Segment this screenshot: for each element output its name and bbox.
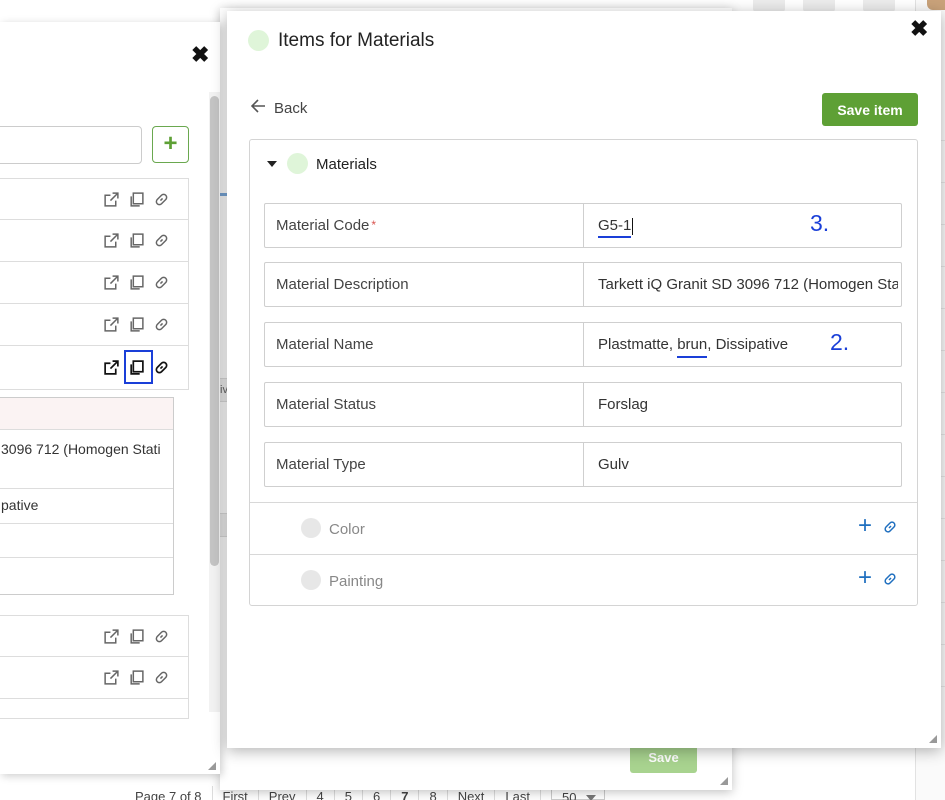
link-icon[interactable] — [882, 519, 898, 540]
link-icon[interactable] — [153, 191, 170, 208]
link-icon[interactable] — [153, 669, 170, 686]
link-icon[interactable] — [153, 628, 170, 645]
link-icon[interactable] — [153, 232, 170, 249]
detail-header-band — [0, 398, 173, 430]
close-icon[interactable]: ✖ — [191, 42, 209, 68]
left-dialog: ✖ + 3096 712 (Homogen Stati pative — [0, 22, 220, 774]
field-material-name: Material Name Plastmatte, brun, Dissipat… — [264, 322, 902, 367]
detail-cell — [0, 524, 173, 558]
page-indicator: Page 7 of 8 — [125, 786, 213, 800]
required-marker: * — [371, 218, 377, 232]
link-icon[interactable] — [153, 359, 170, 376]
search-input[interactable] — [0, 126, 142, 164]
subsection-color: Color + — [250, 502, 917, 554]
subsection-painting: Painting + — [250, 554, 917, 606]
plus-icon[interactable]: + — [858, 514, 872, 538]
back-label: Back — [274, 99, 308, 117]
material-description-input[interactable]: Tarkett iQ Granit SD 3096 712 (Homogen S… — [598, 263, 898, 306]
back-button[interactable]: Back — [250, 99, 308, 117]
status-dot — [301, 518, 321, 538]
external-link-icon[interactable] — [103, 191, 120, 208]
field-material-description: Material Description Tarkett iQ Granit S… — [264, 262, 902, 307]
material-name-input[interactable]: Plastmatte, brun, Dissipative — [598, 323, 898, 366]
dialog-title: Items for Materials — [278, 30, 435, 51]
link-icon[interactable] — [153, 274, 170, 291]
field-label: Material Status — [265, 383, 584, 426]
copy-icon[interactable] — [128, 316, 145, 333]
field-label: Material Code * — [265, 204, 584, 247]
material-type-input[interactable]: Gulv — [598, 443, 898, 486]
copy-icon[interactable] — [128, 274, 145, 291]
field-material-status: Material Status Forslag — [264, 382, 902, 427]
caret-down-icon[interactable] — [267, 161, 277, 167]
list-item[interactable] — [0, 220, 189, 262]
avatar[interactable] — [927, 0, 945, 10]
resize-grip[interactable] — [718, 775, 730, 787]
external-link-icon[interactable] — [103, 669, 120, 686]
link-icon[interactable] — [153, 316, 170, 333]
detail-cell: pative — [0, 489, 173, 524]
materials-panel: Materials Material Code * G5-1 3. Materia… — [249, 139, 918, 606]
annotation-highlight-box — [124, 350, 153, 384]
subsection-title: Color — [329, 521, 365, 538]
material-code-input[interactable]: G5-1 — [598, 204, 898, 247]
field-label: Material Description — [265, 263, 584, 306]
list-item[interactable] — [0, 699, 189, 719]
field-material-type: Material Type Gulv — [264, 442, 902, 487]
close-icon[interactable]: ✖ — [910, 16, 928, 42]
subsection-title: Painting — [329, 573, 384, 590]
resize-grip[interactable] — [927, 733, 939, 745]
status-dot — [287, 153, 308, 174]
arrow-left-icon — [250, 99, 266, 117]
add-button[interactable]: + — [152, 126, 189, 163]
status-dot — [301, 570, 321, 590]
annotation-label: 3. — [810, 210, 830, 236]
section-title: Materials — [316, 156, 377, 173]
list-item[interactable] — [0, 178, 189, 220]
plus-icon[interactable]: + — [858, 566, 872, 590]
material-status-input[interactable]: Forslag — [598, 383, 898, 426]
scrollbar-thumb[interactable] — [210, 96, 219, 566]
external-link-icon[interactable] — [103, 359, 120, 376]
list-item[interactable] — [0, 615, 189, 657]
copy-icon[interactable] — [128, 191, 145, 208]
save-item-button[interactable]: Save item — [822, 93, 918, 126]
external-link-icon[interactable] — [103, 316, 120, 333]
annotation-label: 2. — [830, 329, 850, 355]
copy-icon[interactable] — [128, 669, 145, 686]
field-label: Material Type — [265, 443, 584, 486]
items-dialog: Items for Materials ✖ Back Save item Mat… — [227, 11, 941, 748]
copy-icon[interactable] — [128, 232, 145, 249]
external-link-icon[interactable] — [103, 628, 120, 645]
expanded-detail: 3096 712 (Homogen Stati pative — [0, 397, 174, 595]
field-label: Material Name — [265, 323, 584, 366]
detail-cell: 3096 712 (Homogen Stati — [0, 431, 173, 489]
copy-icon[interactable] — [128, 628, 145, 645]
list-item[interactable] — [0, 304, 189, 346]
list-item-active[interactable] — [0, 346, 189, 390]
materials-header[interactable]: Materials — [250, 140, 917, 188]
external-link-icon[interactable] — [103, 232, 120, 249]
status-dot — [248, 30, 269, 51]
field-material-code: Material Code * G5-1 3. — [264, 203, 902, 248]
resize-grip[interactable] — [206, 760, 218, 772]
external-link-icon[interactable] — [103, 274, 120, 291]
list-item[interactable] — [0, 657, 189, 699]
list-item[interactable] — [0, 262, 189, 304]
link-icon[interactable] — [882, 571, 898, 592]
